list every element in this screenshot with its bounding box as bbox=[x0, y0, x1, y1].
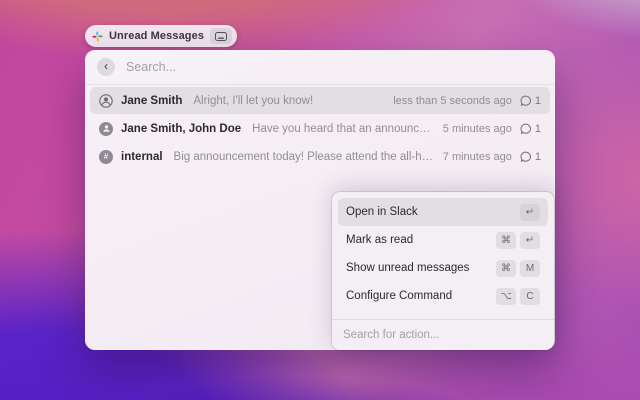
action-label: Open in Slack bbox=[346, 206, 520, 218]
return-key-icon: ↵ bbox=[520, 232, 540, 249]
message-row-jane-smith[interactable]: Jane Smith Alright, I'll let you know! l… bbox=[90, 87, 550, 114]
group-icon bbox=[99, 122, 113, 136]
message-row-jane-john[interactable]: Jane Smith, John Doe Have you heard that… bbox=[90, 115, 550, 142]
unread-count: 1 bbox=[520, 151, 541, 163]
search-input[interactable] bbox=[126, 60, 543, 74]
option-key-icon: ⌥ bbox=[496, 288, 516, 305]
shortcut-keys: ⌥ C bbox=[496, 288, 540, 305]
action-configure-command[interactable]: Configure Command ⌥ C bbox=[338, 282, 548, 310]
chat-bubble-icon bbox=[520, 123, 532, 135]
message-list: Jane Smith Alright, I'll let you know! l… bbox=[85, 85, 555, 170]
action-mark-as-read[interactable]: Mark as read ⌘ ↵ bbox=[338, 226, 548, 254]
unread-count: 1 bbox=[520, 95, 541, 107]
m-key: M bbox=[520, 260, 540, 277]
back-button[interactable]: ‹ bbox=[97, 58, 115, 76]
keyboard-icon bbox=[210, 28, 232, 44]
message-timestamp: less than 5 seconds ago bbox=[393, 95, 512, 107]
action-panel: Open in Slack ↵ Mark as read ⌘ ↵ Show un… bbox=[332, 192, 554, 350]
message-sender: Jane Smith bbox=[121, 95, 182, 107]
unread-count: 1 bbox=[520, 123, 541, 135]
action-label: Configure Command bbox=[346, 290, 496, 302]
command-key-icon: ⌘ bbox=[496, 260, 516, 277]
action-search-input[interactable] bbox=[343, 329, 543, 341]
slack-icon bbox=[92, 31, 103, 42]
unread-count-value: 1 bbox=[535, 95, 541, 107]
message-preview: Have you heard that an announcement is c… bbox=[252, 123, 435, 135]
c-key: C bbox=[520, 288, 540, 305]
message-sender: internal bbox=[121, 151, 163, 163]
shortcut-keys: ⌘ M bbox=[496, 260, 540, 277]
chat-bubble-icon bbox=[520, 151, 532, 163]
message-timestamp: 7 minutes ago bbox=[443, 151, 512, 163]
chat-bubble-icon bbox=[520, 95, 532, 107]
message-preview: Alright, I'll let you know! bbox=[193, 95, 385, 107]
action-open-in-slack[interactable]: Open in Slack ↵ bbox=[338, 198, 548, 226]
message-row-internal[interactable]: # internal Big announcement today! Pleas… bbox=[90, 143, 550, 170]
unread-count-value: 1 bbox=[535, 123, 541, 135]
shortcut-keys: ⌘ ↵ bbox=[496, 232, 540, 249]
command-key-icon: ⌘ bbox=[496, 232, 516, 249]
command-pill-label: Unread Messages bbox=[109, 30, 204, 42]
shortcut-keys: ↵ bbox=[520, 204, 540, 221]
message-timestamp: 5 minutes ago bbox=[443, 123, 512, 135]
command-pill[interactable]: Unread Messages bbox=[85, 25, 237, 47]
message-preview: Big announcement today! Please attend th… bbox=[174, 151, 435, 163]
action-label: Mark as read bbox=[346, 234, 496, 246]
action-list: Open in Slack ↵ Mark as read ⌘ ↵ Show un… bbox=[332, 192, 554, 319]
unread-count-value: 1 bbox=[535, 151, 541, 163]
chevron-left-icon: ‹ bbox=[104, 60, 108, 72]
action-label: Show unread messages bbox=[346, 262, 496, 274]
action-search-bar bbox=[332, 319, 554, 350]
hash-icon: # bbox=[99, 150, 113, 164]
person-icon bbox=[99, 94, 113, 108]
message-sender: Jane Smith, John Doe bbox=[121, 123, 241, 135]
search-bar: ‹ bbox=[85, 50, 555, 85]
action-show-unread-messages[interactable]: Show unread messages ⌘ M bbox=[338, 254, 548, 282]
return-key-icon: ↵ bbox=[520, 204, 540, 221]
